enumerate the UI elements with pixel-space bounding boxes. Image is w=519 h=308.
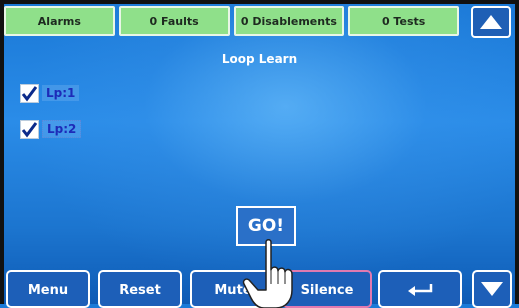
loop-1-checkbox[interactable] bbox=[20, 83, 39, 103]
loop-2-checkbox[interactable] bbox=[20, 119, 39, 139]
bezel-top bbox=[0, 0, 519, 4]
bezel-right bbox=[515, 0, 519, 304]
menu-button[interactable]: Menu bbox=[6, 270, 90, 308]
tab-alarms[interactable]: Alarms bbox=[4, 6, 115, 36]
return-button[interactable] bbox=[378, 270, 462, 308]
loop-2-label: Lp:2 bbox=[42, 120, 82, 138]
status-bar: Alarms 0 Faults 0 Disablements 0 Tests bbox=[4, 6, 459, 36]
loop-item-2[interactable]: Lp:2 bbox=[20, 118, 82, 140]
tab-faults[interactable]: 0 Faults bbox=[118, 6, 230, 36]
triangle-down-icon bbox=[481, 282, 503, 296]
loop-item-1[interactable]: Lp:1 bbox=[20, 82, 80, 104]
return-arrow-icon bbox=[408, 284, 433, 296]
bezel-left bbox=[0, 0, 4, 304]
checkmark-icon bbox=[21, 121, 38, 137]
triangle-up-icon bbox=[480, 15, 502, 29]
checkmark-icon bbox=[21, 85, 38, 101]
page-title: Loop Learn bbox=[221, 52, 298, 66]
tab-tests[interactable]: 0 Tests bbox=[348, 6, 459, 36]
scroll-down-button[interactable] bbox=[472, 270, 512, 308]
hand-pointer-icon bbox=[242, 239, 293, 308]
scroll-up-button[interactable] bbox=[471, 6, 511, 38]
loop-1-label: Lp:1 bbox=[42, 85, 80, 101]
tab-disablements[interactable]: 0 Disablements bbox=[233, 6, 345, 36]
reset-button[interactable]: Reset bbox=[98, 270, 182, 308]
